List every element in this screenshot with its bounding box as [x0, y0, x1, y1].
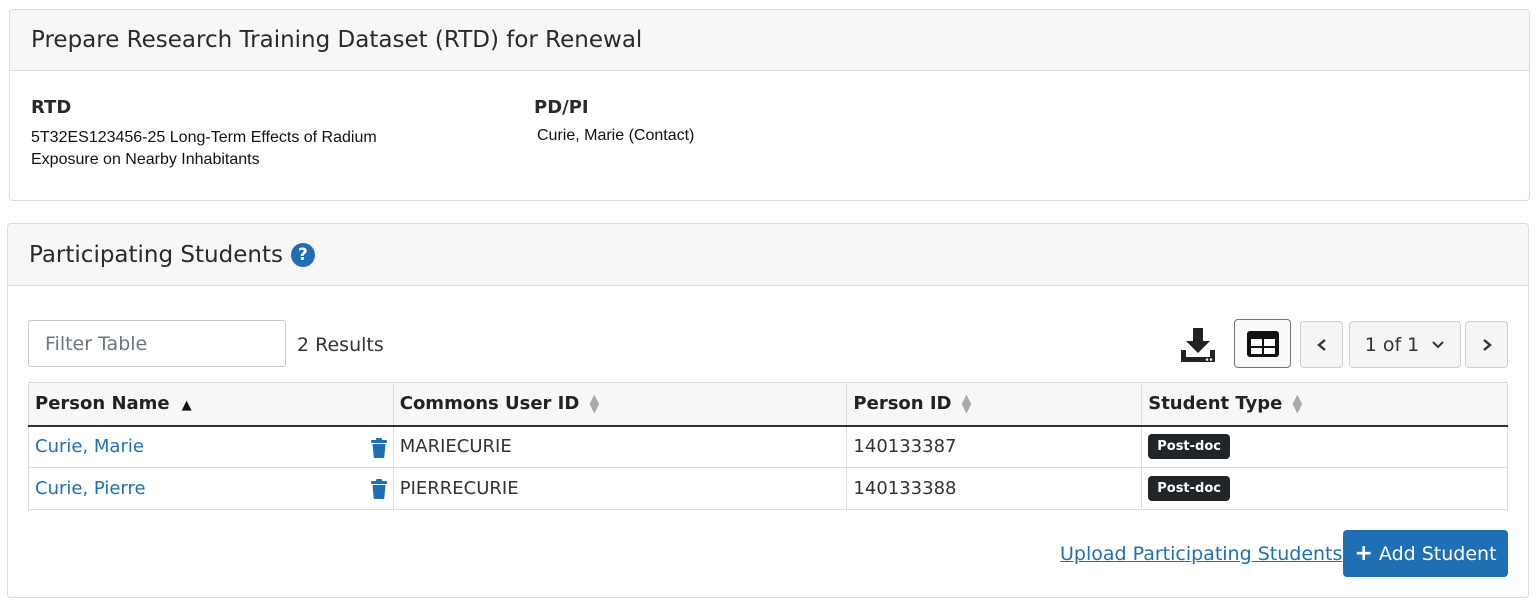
column-header-student-type[interactable]: Student Type ▲ ▼: [1141, 382, 1508, 427]
plus-icon: +: [1354, 541, 1373, 566]
column-header-commons-user-id[interactable]: Commons User ID ▲ ▼: [392, 382, 848, 427]
chevron-left-icon: [1316, 338, 1326, 351]
table-grid-icon: [1246, 330, 1279, 357]
rtd-value-line2: Exposure on Nearby Inhabitants: [31, 151, 260, 168]
rtd-label: RTD: [31, 97, 72, 118]
person-id-cell: 140133387: [846, 425, 1143, 468]
student-type-cell: Post-doc: [1141, 425, 1508, 468]
chevron-right-icon: [1482, 338, 1492, 351]
column-header-person-id[interactable]: Person ID ▲ ▼: [846, 382, 1143, 427]
results-count: 2 Results: [297, 334, 384, 356]
page-select[interactable]: 1 of 1: [1349, 321, 1461, 368]
chevron-down-icon: [1432, 340, 1444, 348]
filter-table-input[interactable]: [28, 320, 286, 367]
person-name-link[interactable]: Curie, Marie: [35, 436, 144, 457]
person-name-cell: Curie, Pierre: [28, 467, 394, 510]
table-row: Curie, Pierre PIERRECURIE 140133388 Post…: [28, 467, 1508, 510]
rtd-value-line1: 5T32ES123456-25 Long-Term Effects of Rad…: [31, 129, 377, 146]
rtd-card: Prepare Research Training Dataset (RTD) …: [9, 9, 1530, 201]
person-id-cell: 140133388: [846, 467, 1143, 510]
person-name-link[interactable]: Curie, Pierre: [35, 478, 146, 499]
previous-page-button[interactable]: [1300, 321, 1343, 368]
student-type-badge: Post-doc: [1148, 434, 1230, 460]
page-select-value: 1 of 1: [1364, 333, 1420, 356]
rtd-card-header: Prepare Research Training Dataset (RTD) …: [10, 10, 1529, 71]
add-student-button[interactable]: + Add Student: [1343, 530, 1508, 577]
table-row: Curie, Marie MARIECURIE 140133387 Post-d…: [28, 425, 1508, 468]
sort-ascending-icon: ▲: [181, 398, 192, 414]
section-title: Participating Students: [29, 241, 283, 268]
next-page-button[interactable]: [1465, 321, 1508, 368]
sort-icon: ▲ ▼: [961, 392, 972, 417]
person-name-cell: Curie, Marie: [28, 425, 394, 468]
add-student-label: Add Student: [1378, 542, 1497, 565]
trash-icon[interactable]: [370, 437, 387, 458]
pdpi-value: Curie, Marie (Contact): [537, 127, 695, 144]
trash-icon[interactable]: [370, 479, 387, 499]
question-circle-icon[interactable]: ?: [290, 242, 315, 267]
sort-icon: ▲ ▼: [1292, 392, 1303, 417]
page-title: Prepare Research Training Dataset (RTD) …: [31, 27, 643, 53]
table-header-row: Person Name ▲ Commons User ID ▲ ▼ Person ID…: [28, 382, 1508, 427]
download-icon[interactable]: [1178, 324, 1218, 364]
students-table: Person Name ▲ Commons User ID ▲ ▼ Person ID…: [28, 382, 1508, 510]
student-type-cell: Post-doc: [1141, 467, 1508, 510]
student-type-badge: Post-doc: [1148, 476, 1230, 501]
column-header-person-name[interactable]: Person Name ▲: [28, 382, 394, 427]
upload-participating-students-link[interactable]: Upload Participating Students: [1060, 543, 1342, 565]
commons-user-id-cell: PIERRECURIE: [392, 467, 848, 510]
commons-user-id-cell: MARIECURIE: [392, 425, 848, 468]
rtd-value: 5T32ES123456-25 Long-Term Effects of Rad…: [31, 127, 377, 171]
sort-icon: ▲ ▼: [589, 392, 600, 417]
students-card-header: Participating Students ?: [8, 224, 1528, 286]
pdpi-label: PD/PI: [534, 97, 589, 118]
participating-students-card: Participating Students ? 2 Results 1 of …: [7, 223, 1529, 598]
column-toggle-button[interactable]: [1234, 319, 1291, 368]
